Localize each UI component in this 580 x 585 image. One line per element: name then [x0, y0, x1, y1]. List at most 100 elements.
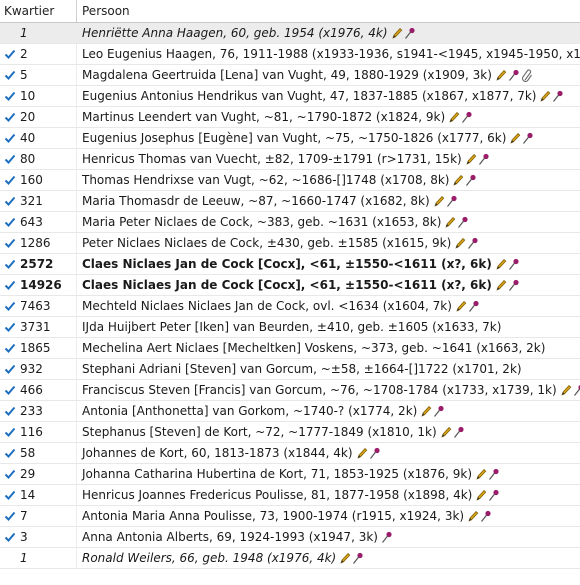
table-row[interactable]: 1286 Peter Niclaes Niclaes de Cock, ±430,…: [0, 233, 580, 254]
pencil-icon[interactable]: [452, 174, 464, 187]
table-row[interactable]: 1 Ronald Weilers, 66, geb. 1948 (x1976, 4…: [0, 548, 580, 569]
checkmark-icon: [4, 489, 16, 501]
pencil-icon[interactable]: [440, 426, 452, 439]
pencil-icon[interactable]: [356, 447, 368, 460]
table-row[interactable]: 321 Maria Thomasdr de Leeuw, ~87, ~1660-1…: [0, 191, 580, 212]
table-row[interactable]: 466 Franciscus Steven [Francis] van Gorcu…: [0, 380, 580, 401]
pencil-icon[interactable]: [444, 216, 456, 229]
pin-icon[interactable]: [352, 552, 364, 565]
column-header-kwartier[interactable]: Kwartier: [0, 0, 77, 22]
person-name: Thomas Hendrixse van Vugt, ~62, ~1686-[]…: [82, 173, 450, 187]
person-name: Henricus Joannes Fredericus Poulisse, 81…: [82, 488, 473, 502]
paperclip-icon[interactable]: [521, 68, 533, 82]
pin-icon[interactable]: [457, 216, 469, 229]
pencil-icon[interactable]: [454, 237, 466, 250]
persoon-cell: Eugenius Antonius Hendrikus van Vught, 4…: [77, 86, 580, 106]
pin-icon[interactable]: [433, 405, 445, 418]
checkmark-icon: [4, 426, 16, 438]
pencil-icon[interactable]: [465, 153, 477, 166]
person-name: Anna Antonia Alberts, 69, 1924-1993 (x19…: [82, 530, 378, 544]
pencil-icon[interactable]: [455, 300, 467, 313]
table-row[interactable]: 932 Stephani Adriani [Steven] van Gorcum,…: [0, 359, 580, 380]
pin-icon[interactable]: [522, 132, 534, 145]
pencil-icon[interactable]: [475, 489, 487, 502]
pin-icon[interactable]: [369, 447, 381, 460]
row-icons: [495, 258, 520, 271]
pin-icon[interactable]: [508, 258, 520, 271]
kwartier-number: 1865: [20, 341, 51, 355]
pin-icon[interactable]: [573, 384, 580, 397]
pencil-icon[interactable]: [467, 510, 479, 523]
table-row[interactable]: 80 Henricus Thomas van Vuecht, ±82, 1709-…: [0, 149, 580, 170]
persoon-cell: Stephani Adriani [Steven] van Gorcum, ~±…: [77, 359, 580, 379]
table-row[interactable]: 160 Thomas Hendrixse van Vugt, ~62, ~1686…: [0, 170, 580, 191]
table-row[interactable]: 643 Maria Peter Niclaes de Cock, ~383, ge…: [0, 212, 580, 233]
pin-icon[interactable]: [508, 279, 520, 292]
pin-icon[interactable]: [488, 468, 500, 481]
table-row[interactable]: 14 Henricus Joannes Fredericus Poulisse, …: [0, 485, 580, 506]
table-row[interactable]: 116 Stephanus [Steven] de Kort, ~72, ~177…: [0, 422, 580, 443]
row-icons: [444, 216, 469, 229]
row-icons: [475, 468, 500, 481]
pin-icon[interactable]: [480, 510, 492, 523]
table-row[interactable]: 1865 Mechelina Aert Niclaes [Mecheltken] …: [0, 338, 580, 359]
kwartier-number: 1286: [20, 236, 51, 250]
kwartier-number: 10: [20, 89, 36, 103]
checkmark-icon: [4, 405, 16, 417]
pin-icon[interactable]: [508, 69, 520, 82]
table-row[interactable]: 10 Eugenius Antonius Hendrikus van Vught,…: [0, 86, 580, 107]
kwartier-number: 321: [20, 194, 43, 208]
table-row[interactable]: 1 Henriëtte Anna Haagen, 60, geb. 1954 (x…: [0, 23, 580, 44]
table-row[interactable]: 5 Magdalena Geertruida [Lena] van Vught, …: [0, 65, 580, 86]
table-row[interactable]: 7463 Mechteld Niclaes Niclaes Jan de Cock…: [0, 296, 580, 317]
checkmark-icon: [4, 195, 16, 207]
table-row[interactable]: 3 Anna Antonia Alberts, 69, 1924-1993 (x1…: [0, 527, 580, 548]
row-icons: [356, 447, 381, 460]
table-row[interactable]: 58 Johannes de Kort, 60, 1813-1873 (x1844…: [0, 443, 580, 464]
pin-icon[interactable]: [488, 489, 500, 502]
pencil-icon[interactable]: [391, 27, 403, 40]
pin-icon[interactable]: [453, 426, 465, 439]
table-row[interactable]: 2572 Claes Niclaes Jan de Cock [Cocx], <6…: [0, 254, 580, 275]
pencil-icon[interactable]: [420, 405, 432, 418]
pencil-icon[interactable]: [560, 384, 572, 397]
pin-icon[interactable]: [478, 153, 490, 166]
pin-icon[interactable]: [461, 111, 473, 124]
kwartier-cell: 1: [0, 548, 77, 568]
row-icons: [495, 279, 520, 292]
table-row[interactable]: 29 Johanna Catharina Hubertina de Kort, 7…: [0, 464, 580, 485]
table-row[interactable]: 2 Leo Eugenius Haagen, 76, 1911-1988 (x19…: [0, 44, 580, 65]
table-row[interactable]: 20 Martinus Leendert van Vught, ~81, ~179…: [0, 107, 580, 128]
pencil-icon[interactable]: [495, 69, 507, 82]
person-name: Leo Eugenius Haagen, 76, 1911-1988 (x193…: [82, 47, 580, 61]
pencil-icon[interactable]: [433, 195, 445, 208]
table-row[interactable]: 7 Antonia Maria Anna Poulisse, 73, 1900-1…: [0, 506, 580, 527]
row-icons: [420, 405, 445, 418]
pin-icon[interactable]: [381, 531, 393, 544]
pin-icon[interactable]: [552, 90, 564, 103]
pin-icon[interactable]: [446, 195, 458, 208]
pin-icon[interactable]: [467, 237, 479, 250]
pencil-icon[interactable]: [475, 468, 487, 481]
column-header-persoon[interactable]: Persoon: [77, 0, 580, 22]
checkmark-icon: [4, 132, 16, 144]
table-row[interactable]: 3731 IJda Huijbert Peter [Iken] van Beurd…: [0, 317, 580, 338]
persoon-cell: Claes Niclaes Jan de Cock [Cocx], <61, ±…: [77, 275, 580, 295]
kwartier-cell: 40: [0, 128, 77, 148]
pencil-icon[interactable]: [448, 111, 460, 124]
pencil-icon[interactable]: [495, 279, 507, 292]
table-row[interactable]: 233 Antonia [Anthonetta] van Gorkom, ~174…: [0, 401, 580, 422]
person-name: Mechelina Aert Niclaes [Mecheltken] Vosk…: [82, 341, 546, 355]
row-icons: [495, 68, 533, 82]
pin-icon[interactable]: [404, 27, 416, 40]
row-icons: [339, 552, 364, 565]
pin-icon[interactable]: [468, 300, 480, 313]
pencil-icon[interactable]: [539, 90, 551, 103]
table-row[interactable]: 40 Eugenius Josephus [Eugène] van Vught, …: [0, 128, 580, 149]
table-row[interactable]: 14926 Claes Niclaes Jan de Cock [Cocx], <…: [0, 275, 580, 296]
pin-icon[interactable]: [465, 174, 477, 187]
pencil-icon[interactable]: [495, 258, 507, 271]
pencil-icon[interactable]: [509, 132, 521, 145]
pencil-icon[interactable]: [339, 552, 351, 565]
ancestor-grid: Kwartier Persoon 1 Henriëtte Anna Haagen,…: [0, 0, 580, 585]
